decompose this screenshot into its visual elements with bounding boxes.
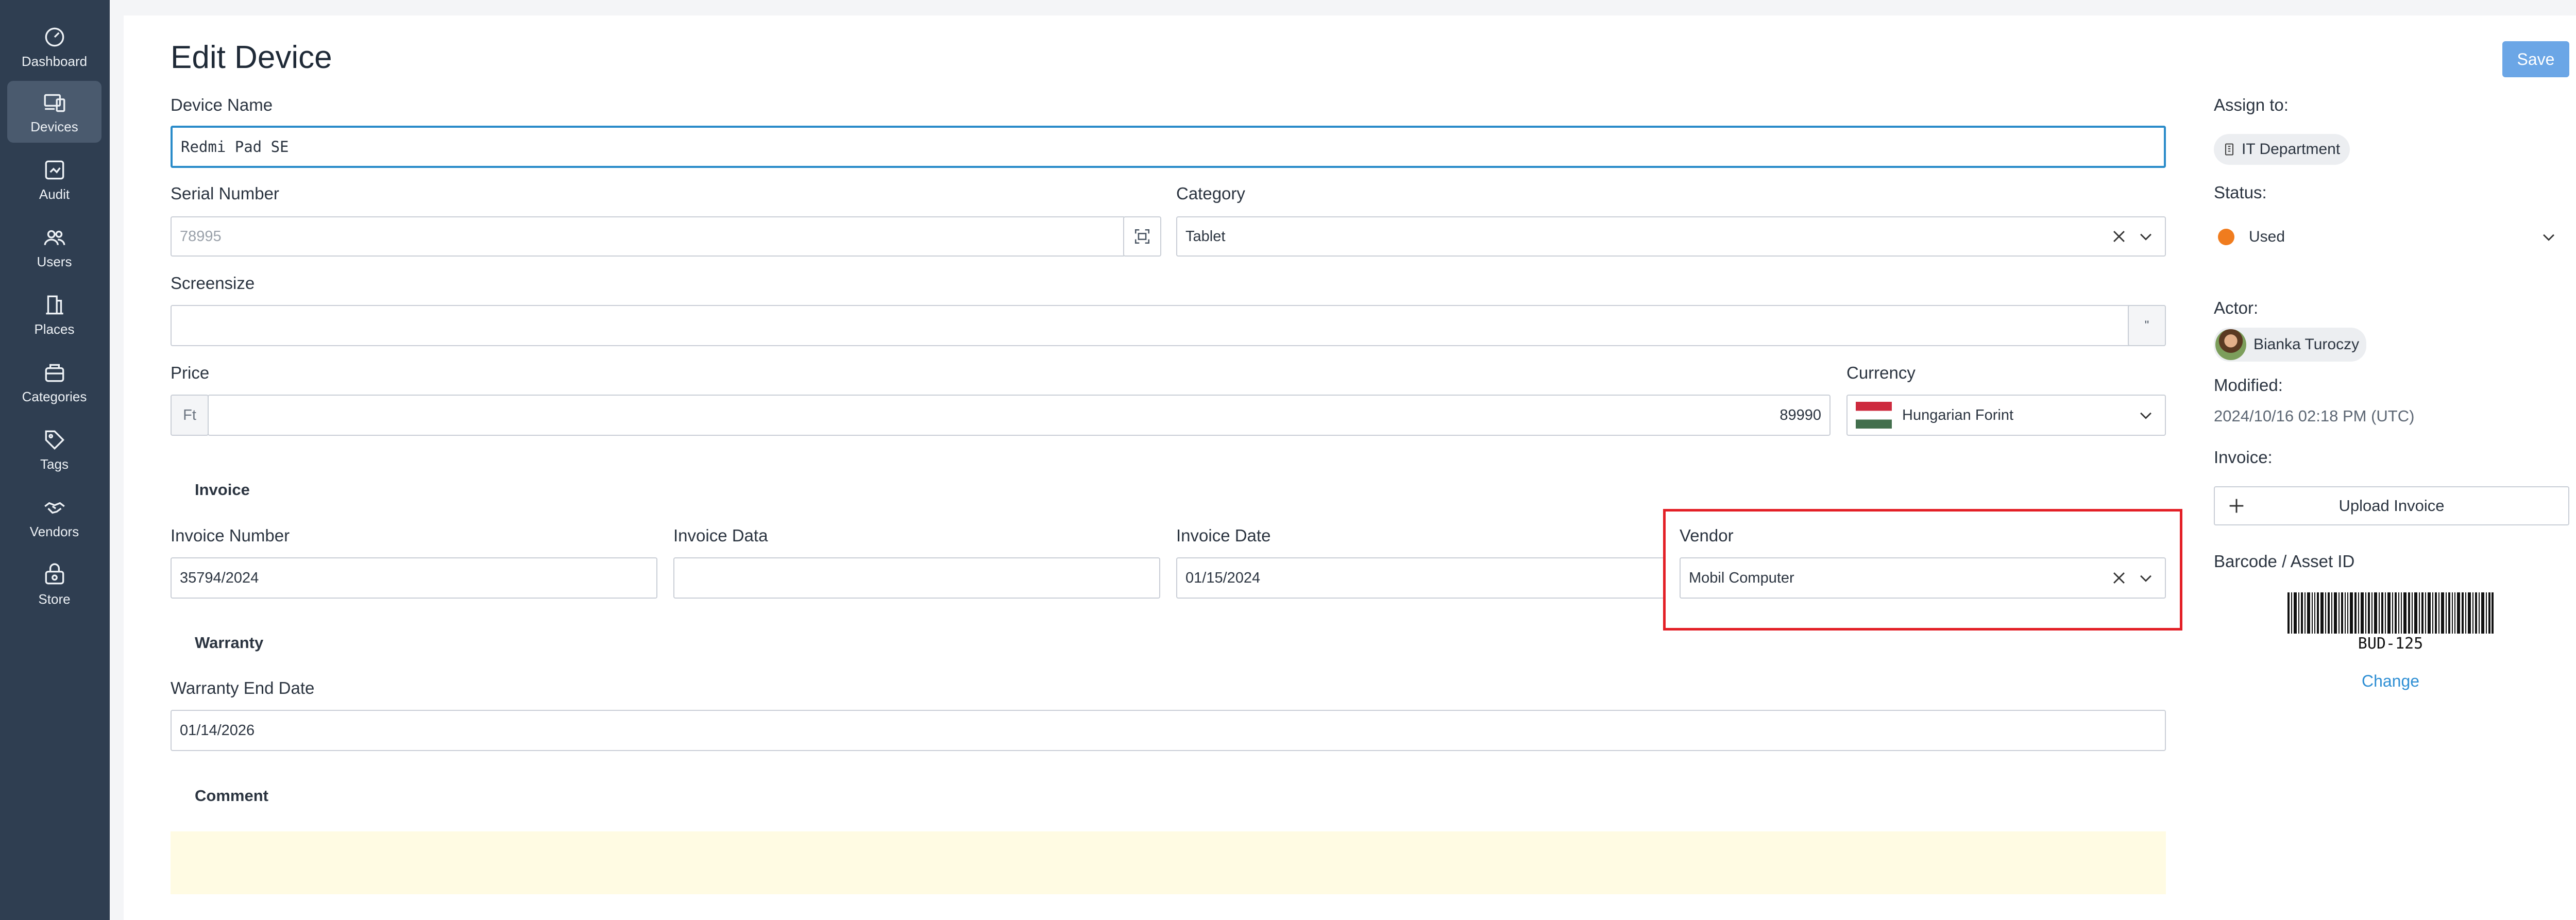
price-label: Price [171,363,210,382]
hungary-flag-icon [1856,402,1892,429]
chevron-down-icon[interactable] [2540,228,2557,246]
sidebar-item-categories[interactable]: Categories [7,351,101,413]
sidebar-item-devices[interactable]: Devices [7,81,101,143]
barcode-image [2287,592,2494,634]
change-barcode-link[interactable]: Change [2287,672,2494,691]
actor-value: Bianka Turoczy [2253,336,2360,353]
sidebar-item-vendors[interactable]: Vendors [7,486,101,548]
sidebar-item-dashboard[interactable]: Dashboard [7,15,101,77]
currency-select[interactable]: Hungarian Forint [1846,395,2166,436]
assign-to-chip[interactable]: IT Department [2214,134,2350,165]
sidebar-item-tags[interactable]: Tags [7,418,101,480]
users-icon [42,225,67,250]
sidebar-item-places[interactable]: Places [7,283,101,345]
category-select[interactable]: Tablet [1176,216,2166,257]
assign-to-label: Assign to: [2214,95,2289,114]
warranty-section-title: Warranty [195,634,264,652]
save-button[interactable]: Save [2502,41,2569,77]
modified-label: Modified: [2214,376,2283,395]
sidebar-item-label: Tags [40,456,69,472]
plus-icon [2226,496,2247,520]
status-value: Used [2249,228,2285,245]
devices-icon [42,90,67,115]
invoice-number-input[interactable]: 35794/2024 [171,557,657,599]
building-icon [2225,143,2234,156]
invoice-data-label: Invoice Data [673,526,768,545]
invoice-date-input[interactable]: 01/15/2024 [1176,557,1666,599]
screensize-input[interactable] [171,305,2132,346]
screensize-unit: " [2128,305,2166,346]
sidebar-item-label: Users [37,254,72,269]
serial-number-input[interactable]: 78995 [171,216,1125,257]
category-label: Category [1176,184,1245,203]
status-select[interactable]: Used [2214,218,2566,255]
device-name-input[interactable]: Redmi Pad SE [171,126,2166,168]
device-name-label: Device Name [171,95,273,114]
sidebar-item-label: Places [34,321,75,337]
vendor-select[interactable]: Mobil Computer [1680,557,2166,599]
sidebar-item-label: Dashboard [21,54,88,69]
comment-section-title: Comment [195,787,268,805]
sidebar-item-label: Vendors [29,524,79,539]
dashboard-icon [42,24,67,50]
actor-chip[interactable]: Bianka Turoczy [2214,328,2366,362]
vendor-label: Vendor [1680,526,1734,545]
barcode-value: BUD-125 [2358,635,2424,653]
scan-button[interactable] [1123,216,1161,257]
chevron-down-icon[interactable] [2137,406,2155,424]
tags-icon [42,427,67,453]
sidebar-item-label: Audit [39,186,70,202]
price-prefix: Ft [171,395,209,436]
chevron-down-icon[interactable] [2137,228,2155,245]
invoice-section-title: Invoice [195,481,250,499]
warranty-end-date-input[interactable]: 01/14/2026 [171,710,2166,751]
currency-label: Currency [1846,363,1916,382]
actor-label: Actor: [2214,298,2259,317]
sidebar: Dashboard Devices Audit Users Places Cat… [0,0,110,920]
status-label: Status: [2214,183,2267,202]
category-clear-icon[interactable] [2110,228,2128,245]
sidebar-item-audit[interactable]: Audit [7,148,101,210]
barcode-label: Barcode / Asset ID [2214,552,2355,571]
currency-value: Hungarian Forint [1902,406,2013,423]
status-dot-icon [2218,229,2234,245]
serial-number-label: Serial Number [171,184,279,203]
places-icon [42,292,67,318]
category-value: Tablet [1185,228,1226,245]
store-icon [42,562,67,588]
modified-value: 2024/10/16 02:18 PM (UTC) [2214,407,2415,425]
sidebar-item-label: Categories [22,389,87,404]
upload-invoice-label: Upload Invoice [2338,497,2445,515]
invoice-data-input[interactable] [673,557,1160,599]
audit-icon [42,157,67,183]
vendor-clear-icon[interactable] [2110,569,2128,587]
assign-to-value: IT Department [2242,141,2341,158]
sidebar-item-users[interactable]: Users [7,216,101,278]
screensize-label: Screensize [171,274,255,293]
sidebar-item-label: Devices [30,119,78,134]
sidebar-item-label: Store [38,591,71,607]
warranty-end-date-label: Warranty End Date [171,678,315,697]
vendor-value: Mobil Computer [1689,569,1794,586]
vendors-icon [42,495,67,520]
invoice-number-label: Invoice Number [171,526,290,545]
invoice-side-label: Invoice: [2214,448,2273,467]
sidebar-item-store[interactable]: Store [7,553,101,615]
upload-invoice-button[interactable]: Upload Invoice [2214,486,2569,525]
page-title: Edit Device [171,40,332,75]
categories-icon [42,360,67,385]
comment-textarea[interactable] [171,831,2166,894]
avatar [2215,329,2246,360]
price-input[interactable]: 89990 [208,395,1831,436]
invoice-date-label: Invoice Date [1176,526,1271,545]
chevron-down-icon[interactable] [2137,569,2155,587]
scan-icon [1134,229,1150,244]
